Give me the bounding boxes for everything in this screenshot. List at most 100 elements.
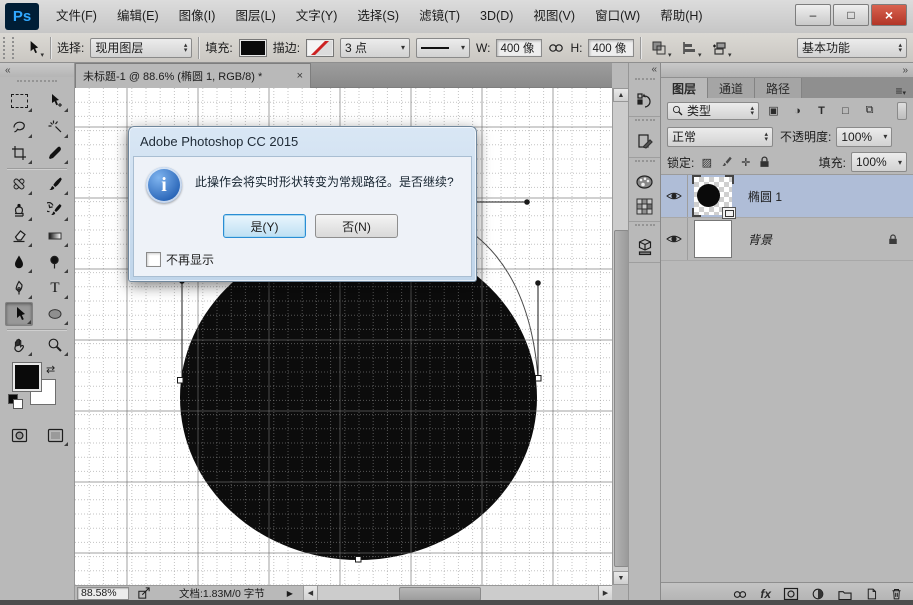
dont-show-checkbox[interactable]	[146, 252, 161, 267]
maximize-button[interactable]: □	[833, 4, 869, 26]
layer-fill-combo[interactable]: 100% ▾	[851, 152, 907, 172]
tab-layers[interactable]: 图层	[661, 78, 708, 98]
3d-panel-icon[interactable]	[636, 238, 654, 256]
minimize-button[interactable]: –	[795, 4, 831, 26]
menu-file[interactable]: 文件(F)	[46, 0, 107, 33]
vertical-scrollbar[interactable]: ▲ ▼	[612, 88, 628, 585]
filter-pixel-layers-icon[interactable]: ▣	[764, 102, 783, 119]
menu-edit[interactable]: 编辑(E)	[107, 0, 169, 33]
menu-type[interactable]: 文字(Y)	[286, 0, 348, 33]
quick-mask-button[interactable]	[5, 423, 33, 447]
clone-stamp-tool[interactable]	[5, 198, 33, 222]
yes-button[interactable]: 是(Y)	[223, 214, 306, 238]
zoom-tool[interactable]	[41, 333, 69, 357]
panel-gripper[interactable]	[635, 119, 655, 125]
lock-position-icon[interactable]: ✛	[738, 154, 753, 171]
zoom-level-field[interactable]: 88.58%	[77, 587, 129, 600]
history-panel-icon[interactable]	[636, 92, 654, 110]
menu-image[interactable]: 图像(I)	[169, 0, 226, 33]
layer-name[interactable]: 椭圆 1	[748, 188, 782, 205]
scroll-down-button[interactable]: ▼	[613, 571, 629, 585]
path-operations-button[interactable]: ▾	[647, 37, 671, 59]
tab-channels[interactable]: 通道	[708, 78, 755, 98]
eraser-tool[interactable]	[5, 224, 33, 248]
rectangular-marquee-tool[interactable]	[5, 89, 33, 113]
lasso-tool[interactable]	[5, 115, 33, 139]
spot-healing-brush-tool[interactable]	[5, 172, 33, 196]
filter-type-layers-icon[interactable]: T	[812, 102, 831, 119]
stroke-color-swatch[interactable]	[306, 39, 334, 57]
filter-kind-combo[interactable]: 类型 ▴▾	[667, 102, 759, 120]
close-button[interactable]: ×	[871, 4, 907, 26]
filter-smart-objects-icon[interactable]: ⧉	[860, 102, 879, 119]
menu-select[interactable]: 选择(S)	[347, 0, 409, 33]
layer-style-icon[interactable]: fx	[760, 587, 771, 601]
swatches-panel-icon[interactable]	[636, 198, 653, 215]
horizontal-scrollbar[interactable]: ◀ ▶	[303, 586, 612, 601]
select-mode-combo[interactable]: 现用图层 ▴▾	[90, 38, 192, 58]
tools-panel-header[interactable]: «	[0, 63, 74, 77]
layer-name[interactable]: 背景	[748, 231, 772, 248]
path-alignment-button[interactable]: ▾	[677, 37, 701, 59]
brush-tool[interactable]	[41, 172, 69, 196]
panel-gripper[interactable]	[635, 160, 655, 166]
gradient-tool[interactable]	[41, 224, 69, 248]
layer-thumbnail[interactable]	[694, 177, 732, 215]
menu-filter[interactable]: 滤镜(T)	[409, 0, 470, 33]
crop-tool[interactable]	[5, 141, 33, 165]
tools-gripper[interactable]	[17, 80, 57, 86]
no-button[interactable]: 否(N)	[315, 214, 398, 238]
filter-adjustment-layers-icon[interactable]: ◑	[788, 102, 807, 119]
layer-visibility-toggle[interactable]	[661, 218, 688, 260]
panel-menu-icon[interactable]: ≡▾	[895, 84, 913, 98]
path-selection-tool[interactable]	[5, 302, 33, 326]
layer-row-background[interactable]: 背景	[661, 218, 913, 261]
move-tool[interactable]	[41, 89, 69, 113]
stroke-style-combo[interactable]: ▾	[416, 38, 470, 58]
options-gripper[interactable]	[3, 37, 14, 59]
panel-gripper[interactable]	[635, 78, 655, 84]
layer-row-ellipse[interactable]: 椭圆 1	[661, 175, 913, 218]
foreground-color-swatch[interactable]	[13, 363, 41, 391]
filter-shape-layers-icon[interactable]: □	[836, 102, 855, 119]
color-panel-icon[interactable]	[635, 174, 654, 190]
menu-layer[interactable]: 图层(L)	[225, 0, 285, 33]
layer-thumbnail[interactable]	[694, 220, 732, 258]
tool-preset-picker[interactable]: ▾	[20, 37, 44, 59]
tab-close-icon[interactable]: ×	[297, 70, 303, 82]
magic-wand-tool[interactable]	[41, 115, 69, 139]
pen-tool[interactable]	[5, 276, 33, 300]
path-arrangement-button[interactable]: ▾	[707, 37, 731, 59]
lock-pixels-icon[interactable]	[719, 155, 733, 169]
scroll-up-button[interactable]: ▲	[613, 88, 629, 102]
shape-height-input[interactable]: 400 像	[588, 39, 634, 57]
link-layers-icon[interactable]	[732, 588, 748, 601]
hand-tool[interactable]	[5, 333, 33, 357]
document-tab[interactable]: 未标题-1 @ 88.6% (椭圆 1, RGB/8) * ×	[75, 63, 311, 88]
dock-header[interactable]: »	[661, 63, 913, 77]
add-mask-icon[interactable]	[783, 587, 799, 601]
menu-3d[interactable]: 3D(D)	[470, 0, 523, 33]
menu-help[interactable]: 帮助(H)	[650, 0, 712, 33]
opacity-combo[interactable]: 100% ▾	[836, 127, 892, 147]
dodge-tool[interactable]	[41, 250, 69, 274]
horizontal-scroll-thumb[interactable]	[399, 587, 481, 601]
layer-visibility-toggle[interactable]	[661, 175, 688, 217]
ellipse-shape-tool[interactable]	[41, 302, 69, 326]
delete-layer-icon[interactable]	[890, 587, 903, 601]
strip-header[interactable]: «	[629, 63, 660, 76]
stroke-width-combo[interactable]: 3 点 ▾	[340, 38, 410, 58]
link-dimensions-icon[interactable]	[548, 41, 564, 55]
filter-toggle-switch[interactable]	[897, 102, 907, 120]
shape-width-input[interactable]: 400 像	[496, 39, 542, 57]
blur-tool[interactable]	[5, 250, 33, 274]
status-expand-icon[interactable]: ▶	[287, 589, 293, 598]
lock-transparency-icon[interactable]: ▨	[699, 154, 714, 171]
lock-all-icon[interactable]	[758, 155, 771, 169]
swap-colors-icon[interactable]: ⇄	[46, 363, 55, 376]
eyedropper-tool[interactable]	[41, 141, 69, 165]
adjustment-layer-icon[interactable]	[811, 587, 825, 601]
vertical-scroll-thumb[interactable]	[614, 230, 629, 567]
panel-gripper[interactable]	[635, 224, 655, 230]
properties-panel-icon[interactable]	[636, 133, 654, 151]
